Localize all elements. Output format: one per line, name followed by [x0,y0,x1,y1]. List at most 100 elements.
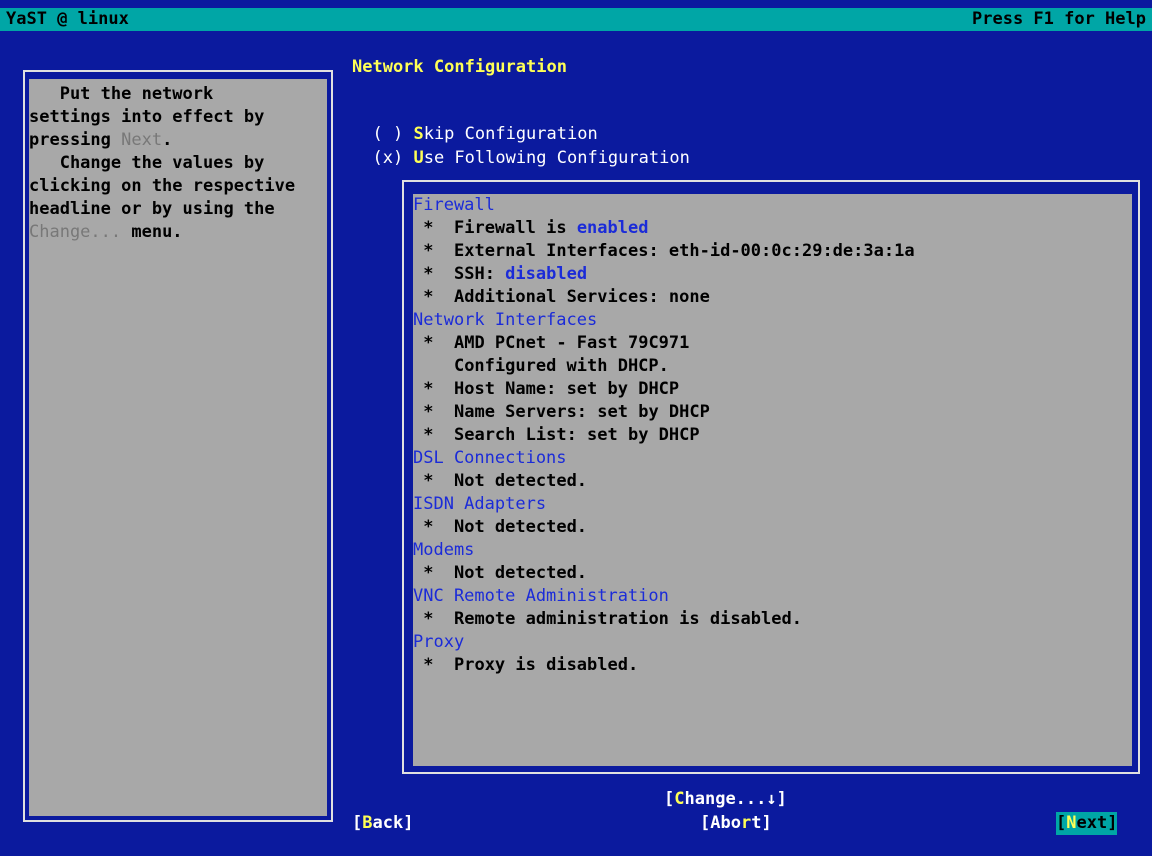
bullet-icon: * [423,218,434,238]
summary-item-text: Additional Services: none [453,287,710,307]
bracket: [ [352,813,363,833]
help-keyword: Change... [29,222,122,242]
summary-section-link[interactable]: DSL Connections [413,447,915,470]
bullet: * [413,379,454,399]
bullet: * [413,333,454,353]
button-label: ack] [372,813,414,833]
summary-section-link[interactable]: Modems [413,539,915,562]
summary-item: * External Interfaces: eth-id-00:0c:29:d… [413,240,915,263]
summary-item-text: AMD PCnet - Fast 79C971 [453,333,690,353]
summary-item-text: External Interfaces: eth-id-00:0c:29:de:… [453,241,915,261]
bullet-icon: * [423,425,434,445]
help-text-fragment: clicking on the respective [29,176,296,196]
summary-item-text: SSH: [453,264,506,284]
summary-item: * SSH: disabled [413,263,915,286]
title-bar: YaST @ linux Press F1 for Help [0,8,1152,31]
help-line: Put the network [29,83,327,106]
bullet: * [413,517,454,537]
button-label: hange...↓] [684,789,787,809]
bullet-icon: * [423,517,434,537]
bullet: * [413,425,454,445]
summary-section-link[interactable]: VNC Remote Administration [413,585,915,608]
summary-item: * Search List: set by DHCP [413,424,915,447]
summary-item: * Host Name: set by DHCP [413,378,915,401]
bullet: * [413,471,454,491]
help-panel: Put the network settings into effect by pr… [23,70,333,822]
button-label: Abo [710,813,741,833]
summary-item-text: Firewall is [453,218,577,238]
summary-item-text: Remote administration is disabled. [453,609,802,629]
hotkey: r [740,813,752,833]
use-following-configuration-radio[interactable]: (x) Use Following Configuration [352,124,690,170]
hotkey: B [362,813,373,833]
bullet-icon: * [423,563,434,583]
bracket: [ [664,789,675,809]
configuration-summary-frame: Firewall * Firewall is enabled * Externa… [402,180,1140,774]
help-keyword: Next [121,130,163,150]
abort-button[interactable]: [Abort] [700,812,772,835]
summary-item-text: Proxy is disabled. [453,655,639,675]
summary-item: * Firewall is enabled [413,217,915,240]
hotkey: C [674,789,685,809]
button-label: ext] [1076,813,1118,833]
next-button[interactable]: [Next] [1056,812,1118,835]
help-text-fragment: Put the network [29,84,214,104]
summary-item: Configured with DHCP. [413,355,915,378]
radio-hotkey: U [413,148,424,168]
help-line: settings into effect by [29,106,327,129]
summary-section-link[interactable]: Network Interfaces [413,309,915,332]
summary-item: * Proxy is disabled. [413,654,915,677]
bullet: * [413,402,454,422]
bullet-icon: * [423,655,434,675]
help-text-fragment: settings into effect by [29,107,265,127]
summary-item-value: enabled [576,218,649,238]
help-text-fragment: headline or by using the [29,199,275,219]
bullet-icon: * [423,609,434,629]
bullet: * [413,287,454,307]
bullet: * [413,655,454,675]
help-text-fragment: Change the values by [29,153,265,173]
change-menu-button[interactable]: [Change...↓] [664,788,787,811]
help-text-fragment: menu. [121,222,183,242]
window-title: YaST @ linux [6,9,129,29]
help-text-fragment: pressing [29,130,122,150]
summary-item-text: Not detected. [453,563,588,583]
radio-label: se Following Configuration [423,148,690,168]
summary-section-link[interactable]: Firewall [413,194,915,217]
bullet: * [413,264,454,284]
summary-item-text: Host Name: set by DHCP [453,379,680,399]
configuration-summary[interactable]: Firewall * Firewall is enabled * Externa… [410,194,1132,766]
summary-section-link[interactable]: ISDN Adapters [413,493,915,516]
bullet-icon: * [423,379,434,399]
summary-section-link[interactable]: Proxy [413,631,915,654]
button-label: t] [751,813,772,833]
help-line: Change... menu. [29,221,327,244]
bullet-icon: * [423,471,434,491]
summary-item: * AMD PCnet - Fast 79C971 [413,332,915,355]
summary-item-value: disabled [505,264,588,284]
summary-item-text: Search List: set by DHCP [453,425,700,445]
bullet: * [413,609,454,629]
bullet-icon: * [423,402,434,422]
back-button[interactable]: [Back] [352,812,413,835]
help-line: Change the values by [29,152,327,175]
hotkey: N [1066,813,1077,833]
bullet: * [413,563,454,583]
summary-lines: Firewall * Firewall is enabled * Externa… [413,194,915,677]
help-text-fragment: . [162,130,173,150]
summary-item: * Not detected. [413,516,915,539]
help-line: pressing Next. [29,129,327,152]
summary-item-text: Not detected. [453,471,588,491]
summary-item: * Not detected. [413,562,915,585]
help-hint: Press F1 for Help [972,9,1146,29]
help-panel-body[interactable]: Put the network settings into effect by pr… [29,76,327,816]
help-line: clicking on the respective [29,175,327,198]
summary-item-text: Not detected. [453,517,588,537]
summary-item: * Not detected. [413,470,915,493]
bullet-icon: * [423,287,434,307]
bracket: [ [700,813,711,833]
bullet-icon: * [423,241,434,261]
summary-item: * Remote administration is disabled. [413,608,915,631]
bracket: [ [1056,813,1067,833]
